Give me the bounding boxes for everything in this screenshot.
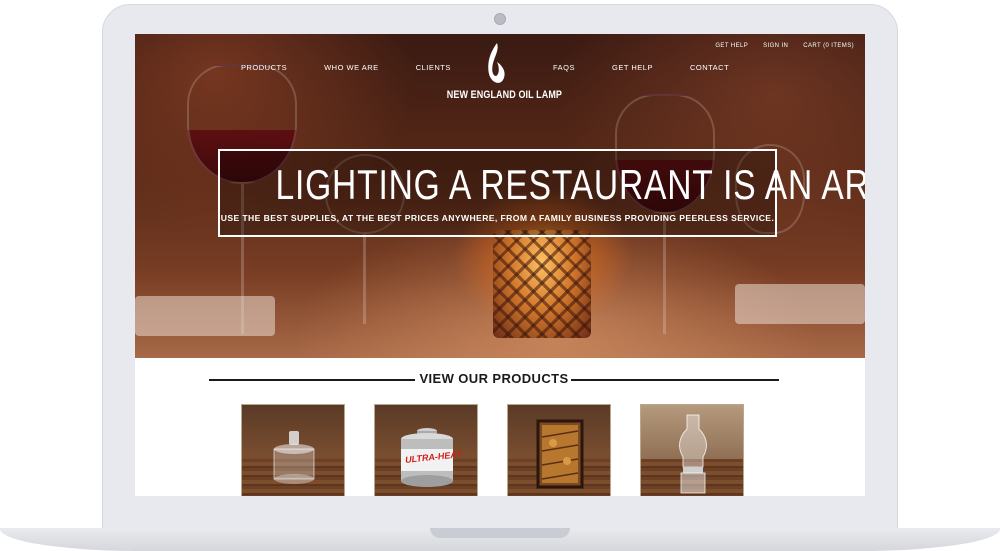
nav-faqs[interactable]: FAQS: [553, 63, 575, 72]
napkin-image: [735, 284, 865, 324]
divider: [209, 379, 415, 381]
sign-in-link[interactable]: SIGN IN: [763, 43, 788, 49]
mosaic-candle-holder-icon: [536, 419, 584, 489]
hero-callout: LIGHTING A RESTAURANT IS AN ART USE THE …: [218, 149, 866, 237]
nav-contact[interactable]: CONTACT: [690, 63, 729, 72]
hero-subline: USE THE BEST SUPPLIES, AT THE BEST PRICE…: [220, 213, 775, 223]
divider: [571, 379, 779, 381]
glass-stem: [363, 234, 366, 324]
product-card-candle-holder[interactable]: [507, 404, 611, 496]
cart-link[interactable]: CART (0 ITEMS): [803, 43, 854, 49]
laptop-notch: [430, 528, 570, 538]
website-screen: GET HELP SIGN IN CART (0 ITEMS) PRODUCTS…: [135, 34, 865, 496]
product-card-fuel-cell[interactable]: [241, 404, 345, 496]
nav-who-we-are[interactable]: WHO WE ARE: [324, 63, 379, 72]
section-title: VIEW OUR PRODUCTS: [419, 371, 569, 386]
nav-products[interactable]: PRODUCTS: [241, 63, 287, 72]
hero-banner: GET HELP SIGN IN CART (0 ITEMS) PRODUCTS…: [135, 34, 865, 358]
brand-logo[interactable]: NEW ENGLAND OIL LAMP: [436, 42, 563, 101]
nav-get-help[interactable]: GET HELP: [612, 63, 653, 72]
utility-nav: GET HELP SIGN IN CART (0 ITEMS): [715, 43, 854, 49]
product-card-chimney-lamp[interactable]: [640, 404, 744, 496]
flame-icon: [488, 43, 505, 83]
brand-name: NEW ENGLAND OIL LAMP: [446, 89, 563, 101]
products-heading: VIEW OUR PRODUCTS: [209, 371, 779, 386]
napkin-image: [135, 296, 275, 336]
main-nav-right: FAQS GET HELP CONTACT: [553, 63, 729, 72]
candle-holder-image: [493, 230, 591, 338]
fuel-cell-icon: [273, 431, 315, 484]
glass-chimney-lamp-icon: [679, 414, 707, 494]
hero-headline: LIGHTING A RESTAURANT IS AN ART: [275, 161, 866, 208]
camera-icon: [494, 13, 506, 25]
utility-get-help-link[interactable]: GET HELP: [715, 43, 748, 49]
product-card-chafing-fuel[interactable]: ULTRA-HEAT: [374, 404, 478, 496]
main-nav-left: PRODUCTS WHO WE ARE CLIENTS: [241, 63, 451, 72]
